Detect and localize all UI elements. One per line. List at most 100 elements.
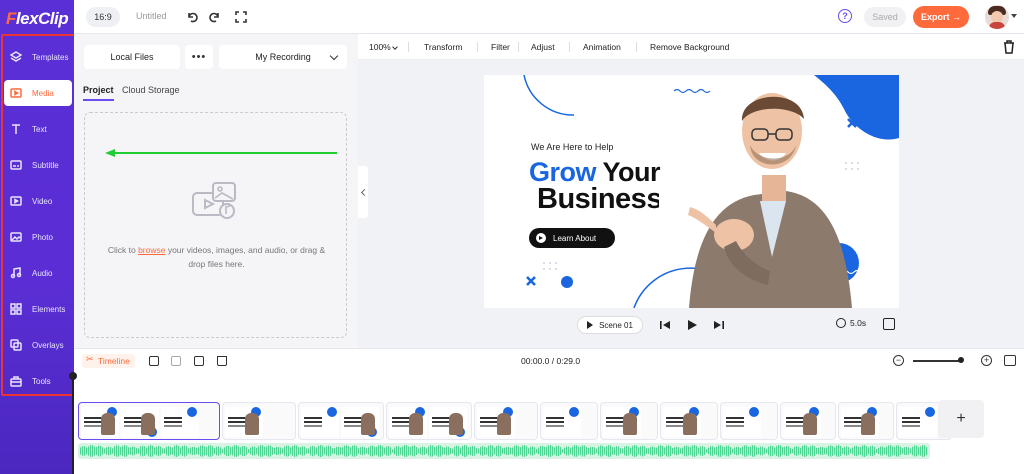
adjust-button[interactable]: Adjust xyxy=(531,42,555,52)
thumbnail-shape xyxy=(569,407,579,417)
slide-cta-button[interactable]: Learn About xyxy=(529,228,615,248)
slide-headline-line2[interactable]: Business xyxy=(537,185,659,214)
waveform-bar xyxy=(746,445,748,457)
recording-select[interactable]: My Recording xyxy=(219,45,347,69)
zoom-slider[interactable] xyxy=(913,360,961,362)
local-files-button[interactable]: Local Files xyxy=(84,45,180,69)
nav-item-photo[interactable]: Photo xyxy=(4,224,72,250)
headline-rest: Your xyxy=(596,157,661,187)
play-icon[interactable] xyxy=(686,319,698,331)
skip-back-icon[interactable] xyxy=(659,319,671,331)
animation-button[interactable]: Animation xyxy=(583,42,621,52)
scene-clip[interactable] xyxy=(298,402,384,440)
undo-icon[interactable] xyxy=(184,9,200,25)
nav-item-media[interactable]: Media xyxy=(4,80,72,106)
waveform-bar xyxy=(344,445,346,457)
waveform-bar xyxy=(810,446,812,456)
scene-clip[interactable] xyxy=(600,402,658,440)
zoom-select[interactable]: 100% xyxy=(369,42,391,52)
add-scene-icon[interactable] xyxy=(149,356,159,366)
waveform-bar xyxy=(380,445,382,457)
nav-item-label: Video xyxy=(32,196,53,206)
collapse-panel-handle[interactable] xyxy=(358,166,368,218)
scene-clip[interactable] xyxy=(660,402,718,440)
scene-clip[interactable] xyxy=(474,402,538,440)
nav-item-audio[interactable]: Audio xyxy=(4,260,72,286)
duplicate-icon[interactable] xyxy=(194,356,204,366)
playhead-handle[interactable] xyxy=(69,372,77,380)
scene-clip[interactable] xyxy=(386,402,472,440)
fullscreen-expand-icon[interactable] xyxy=(233,9,249,25)
waveform-bar xyxy=(740,448,742,454)
skip-forward-icon[interactable] xyxy=(713,319,725,331)
fit-timeline-icon[interactable] xyxy=(1004,355,1016,366)
nav-item-elements[interactable]: Elements xyxy=(4,296,72,322)
user-avatar[interactable] xyxy=(985,5,1009,29)
waveform-bar xyxy=(716,446,718,456)
slide-headline[interactable]: Grow Your xyxy=(529,157,661,187)
tab-project[interactable]: Project xyxy=(83,85,114,101)
browse-link[interactable]: browse xyxy=(138,245,165,255)
project-title[interactable]: Untitled xyxy=(136,11,167,21)
chevron-down-icon[interactable] xyxy=(1011,14,1017,18)
upload-dropzone[interactable]: Click to browse your videos, images, and… xyxy=(84,112,347,338)
green-arrow-annotation xyxy=(105,149,337,157)
more-options-button[interactable]: ••• xyxy=(185,45,213,69)
scene-play-button[interactable]: Scene 01 xyxy=(577,316,643,334)
waveform-bar xyxy=(680,448,682,454)
timeline-tab[interactable]: Timeline xyxy=(82,354,135,368)
slide-subtitle[interactable]: We Are Here to Help xyxy=(531,142,613,152)
add-clip-button[interactable]: + xyxy=(938,400,984,438)
waveform-bar xyxy=(230,447,232,455)
video-preview-slide[interactable]: We Are Here to Help Grow Your Business L… xyxy=(484,75,899,308)
chevron-left-icon xyxy=(360,188,368,196)
playhead[interactable] xyxy=(72,372,74,474)
zoom-in-icon[interactable]: + xyxy=(981,355,992,366)
nav-item-text[interactable]: Text xyxy=(4,116,72,142)
help-icon[interactable]: ? xyxy=(838,9,852,23)
scene-clip[interactable] xyxy=(720,402,778,440)
nav-item-video[interactable]: Video xyxy=(4,188,72,214)
thumbnail-person xyxy=(497,413,511,435)
zoom-slider-handle[interactable] xyxy=(958,357,964,363)
waveform-bar xyxy=(668,445,670,457)
scene-duration[interactable]: 5.0s xyxy=(836,318,866,328)
scene-clip[interactable] xyxy=(780,402,836,440)
waveform-bar xyxy=(520,447,522,455)
timeline-tracks: + xyxy=(69,372,1024,474)
transform-button[interactable]: Transform xyxy=(424,42,462,52)
waveform-bar xyxy=(92,445,94,457)
aspect-ratio-button[interactable]: 16:9 xyxy=(86,7,120,27)
remove-background-button[interactable]: Remove Background xyxy=(650,42,729,52)
edit-toolbar: 100% Transform Filter Adjust Animation R… xyxy=(358,34,1024,60)
split-icon[interactable] xyxy=(171,356,181,366)
scene-clip[interactable] xyxy=(222,402,296,440)
nav-item-overlays[interactable]: Overlays xyxy=(4,332,72,358)
filter-button[interactable]: Filter xyxy=(491,42,510,52)
scene-clip[interactable] xyxy=(78,402,220,440)
zoom-out-icon[interactable]: − xyxy=(893,355,904,366)
waveform-bar xyxy=(532,446,534,456)
redo-icon[interactable] xyxy=(207,9,223,25)
waveform-bar xyxy=(892,446,894,456)
nav-item-tools[interactable]: Tools xyxy=(4,368,72,394)
waveform-bar xyxy=(410,446,412,456)
nav-item-templates[interactable]: Templates xyxy=(4,44,72,70)
waveform-bar xyxy=(516,445,518,457)
waveform-bar xyxy=(536,448,538,454)
scene-clip[interactable] xyxy=(838,402,894,440)
trash-icon[interactable] xyxy=(217,356,227,366)
fullscreen-icon[interactable] xyxy=(883,318,895,330)
trash-icon[interactable] xyxy=(1003,40,1015,54)
nav-item-subtitle[interactable]: Subtitle xyxy=(4,152,72,178)
waveform-bar xyxy=(406,445,408,457)
music-note-icon xyxy=(10,267,22,279)
waveform-bar xyxy=(582,445,584,457)
duration-label: 5.0s xyxy=(850,318,867,328)
tab-cloud-storage[interactable]: Cloud Storage xyxy=(122,85,180,95)
scene-clip[interactable] xyxy=(540,402,598,440)
waveform-bar xyxy=(900,446,902,456)
export-button[interactable]: Export → xyxy=(913,6,969,28)
flexclip-logo[interactable]: FlexClip xyxy=(6,9,69,29)
audio-track[interactable] xyxy=(78,443,930,459)
